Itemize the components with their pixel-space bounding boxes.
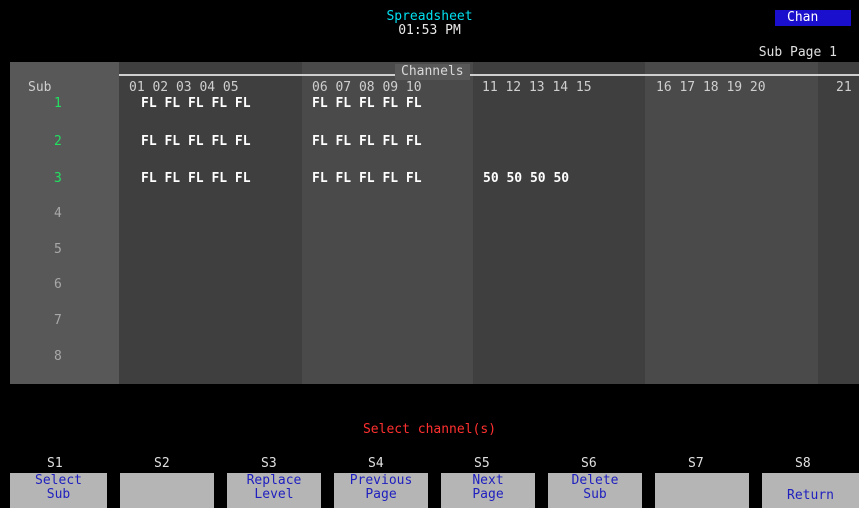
- sub-number-2[interactable]: 2: [54, 135, 62, 149]
- sub-number-6[interactable]: 6: [54, 278, 62, 292]
- channels-divider: [119, 74, 859, 76]
- softkey-label-s3: S3: [261, 456, 277, 471]
- cell-sub3-ch06-10[interactable]: FL FL FL FL FL: [312, 172, 422, 186]
- delete-sub-button[interactable]: Delete Sub: [548, 473, 642, 508]
- sub-number-7[interactable]: 7: [54, 314, 62, 328]
- softkey-label-s4: S4: [368, 456, 384, 471]
- channel-column-group-4: [645, 62, 818, 384]
- cell-sub3-ch11-15[interactable]: 50 50 50 50: [483, 172, 569, 186]
- softkey-s2-button[interactable]: [120, 473, 214, 508]
- softkey-label-s6: S6: [581, 456, 597, 471]
- softkey-label-s7: S7: [688, 456, 704, 471]
- softkey-line2: Page: [472, 487, 504, 502]
- channel-header-11-15: 11 12 13 14 15: [482, 80, 592, 95]
- channel-column-group-5: [818, 62, 859, 384]
- softkey-label-s5: S5: [474, 456, 490, 471]
- command-prompt: Select channel(s): [362, 422, 497, 437]
- softkey-label-s8: S8: [795, 456, 811, 471]
- sub-column-header: Sub: [28, 80, 52, 95]
- sub-number-1[interactable]: 1: [54, 97, 62, 111]
- softkey-line2: Sub: [583, 487, 607, 502]
- channel-header-16-20: 16 17 18 19 20: [656, 80, 766, 95]
- previous-page-button[interactable]: Previous Page: [334, 473, 428, 508]
- channel-column-group-3: [473, 62, 645, 384]
- softkey-s7-button[interactable]: [655, 473, 749, 508]
- softkey-line1: Return: [787, 488, 834, 503]
- sub-number-4[interactable]: 4: [54, 207, 62, 221]
- clock: 01:53 PM: [398, 23, 461, 38]
- softkey-label-s2: S2: [154, 456, 170, 471]
- cell-sub3-ch01-05[interactable]: FL FL FL FL FL: [141, 172, 251, 186]
- channel-header-21: 21: [836, 80, 852, 95]
- sub-number-3[interactable]: 3: [54, 172, 62, 186]
- channel-header-06-10: 06 07 08 09 10: [312, 80, 422, 95]
- softkey-line2: Sub: [46, 487, 71, 502]
- softkey-label-s1: S1: [47, 456, 63, 471]
- sub-page-indicator: Sub Page 1: [758, 45, 837, 60]
- sub-number-5[interactable]: 5: [54, 243, 62, 257]
- softkey-line1: Replace: [246, 473, 302, 488]
- softkey-line1: Delete: [571, 473, 619, 488]
- channels-label: Channels: [395, 64, 470, 80]
- return-button[interactable]: Return: [762, 473, 859, 508]
- app-title: Spreadsheet: [386, 9, 473, 24]
- softkey-line2: Level: [254, 487, 294, 502]
- softkey-line2: Page: [365, 487, 397, 502]
- channel-header-01-05: 01 02 03 04 05: [129, 80, 239, 95]
- mode-badge: Chan: [775, 10, 851, 26]
- softkey-line1: Next: [472, 473, 504, 488]
- softkey-line1: Select: [35, 473, 82, 488]
- softkey-line1: Previous: [349, 473, 413, 488]
- cell-sub1-ch06-10[interactable]: FL FL FL FL FL: [312, 97, 422, 111]
- cell-sub1-ch01-05[interactable]: FL FL FL FL FL: [141, 97, 251, 111]
- select-sub-button[interactable]: Select Sub: [10, 473, 107, 508]
- next-page-button[interactable]: Next Page: [441, 473, 535, 508]
- spreadsheet-grid: Channels Sub 01 02 03 04 05 06 07 08 09 …: [10, 62, 859, 384]
- cell-sub2-ch01-05[interactable]: FL FL FL FL FL: [141, 135, 251, 149]
- cell-sub2-ch06-10[interactable]: FL FL FL FL FL: [312, 135, 422, 149]
- replace-level-button[interactable]: Replace Level: [227, 473, 321, 508]
- sub-number-8[interactable]: 8: [54, 350, 62, 364]
